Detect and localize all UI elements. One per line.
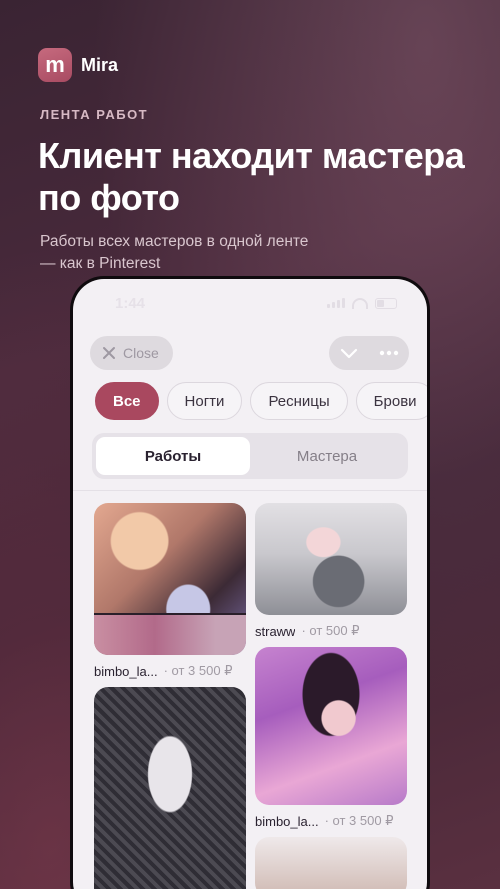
- chip-lashes[interactable]: Ресницы: [250, 382, 348, 420]
- more-icon[interactable]: [379, 350, 399, 356]
- close-button[interactable]: Close: [90, 336, 173, 370]
- price-label: · от 3 500 ₽: [163, 663, 233, 678]
- promo-eyebrow: ЛЕНТА РАБОТ: [40, 107, 149, 122]
- feed-card[interactable]: bimbo_la... · от 3 500 ₽: [255, 647, 407, 837]
- feed-column-right: straww · от 500 ₽ bimbo_la... · от 3 500…: [255, 503, 407, 889]
- chip-all[interactable]: Все: [95, 382, 159, 420]
- tab-works[interactable]: Работы: [96, 437, 250, 475]
- work-photo[interactable]: [94, 687, 246, 889]
- tab-masters[interactable]: Мастера: [250, 437, 404, 475]
- phone-screen: 1:44 Close Все Ногти Ресницы Брови Работ…: [73, 279, 427, 889]
- price-label: · от 500 ₽: [301, 623, 360, 638]
- header-actions: [329, 336, 409, 370]
- master-name[interactable]: straww: [255, 624, 295, 639]
- feed-card[interactable]: [94, 687, 246, 889]
- chip-brows[interactable]: Брови: [355, 382, 427, 420]
- work-photo[interactable]: [255, 503, 407, 615]
- chevron-down-icon[interactable]: [340, 347, 358, 359]
- feed-column-left: bimbo_la... · от 3 500 ₽: [94, 503, 246, 889]
- card-meta: straww · от 500 ₽: [255, 615, 407, 647]
- phone-frame: 1:44 Close Все Ногти Ресницы Брови Работ…: [70, 276, 430, 889]
- promo-subtitle: Работы всех мастеров в одной ленте — как…: [40, 233, 309, 272]
- work-photo[interactable]: [94, 503, 246, 655]
- segmented-control: Работы Мастера: [92, 433, 408, 479]
- status-time: 1:44: [115, 294, 146, 312]
- promo-headline: Клиент находит мастера по фото: [38, 135, 465, 218]
- category-chips: Все Ногти Ресницы Брови: [95, 382, 427, 420]
- work-photo[interactable]: [255, 837, 407, 889]
- card-meta: bimbo_la... · от 3 500 ₽: [94, 655, 246, 687]
- close-icon: [103, 347, 115, 359]
- master-name[interactable]: bimbo_la...: [255, 814, 319, 829]
- close-label: Close: [123, 345, 159, 361]
- price-label: · от 3 500 ₽: [324, 813, 394, 828]
- feed-card[interactable]: [255, 837, 407, 889]
- divider: [73, 490, 427, 491]
- brand-logo: m: [38, 48, 72, 82]
- status-bar: 1:44: [73, 279, 427, 327]
- brand-name: Mira: [81, 54, 119, 75]
- status-icons: [327, 297, 397, 309]
- feed-card[interactable]: straww · от 500 ₽: [255, 503, 407, 647]
- wifi-icon: [352, 297, 368, 309]
- brand: m Mira: [38, 48, 118, 82]
- feed-card[interactable]: bimbo_la... · от 3 500 ₽: [94, 503, 246, 687]
- battery-icon: [375, 297, 397, 309]
- master-name[interactable]: bimbo_la...: [94, 664, 158, 679]
- work-photo[interactable]: [255, 647, 407, 805]
- signal-icon: [327, 298, 345, 308]
- chip-nails[interactable]: Ногти: [166, 382, 243, 420]
- card-meta: bimbo_la... · от 3 500 ₽: [255, 805, 407, 837]
